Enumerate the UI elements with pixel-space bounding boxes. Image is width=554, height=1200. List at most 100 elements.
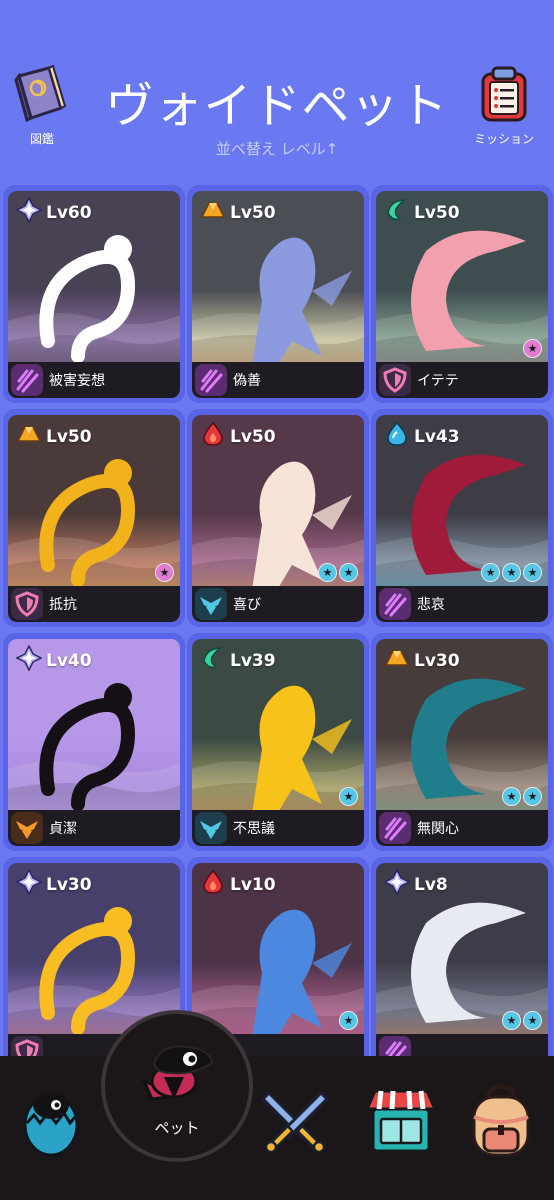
- shop-icon: [364, 1089, 438, 1153]
- pet-name: 偽善: [233, 373, 261, 389]
- pet-name: 不思議: [233, 821, 275, 837]
- pet-card[interactable]: Lv8 ★ ★: [371, 857, 553, 1075]
- pet-level: Lv50: [200, 197, 276, 228]
- pet-name-bar: 無関心: [376, 810, 548, 846]
- pet-level-text: Lv50: [230, 202, 276, 223]
- battle-swords-icon: [260, 1090, 330, 1154]
- star-badge: ★: [318, 563, 337, 582]
- pet-name-bar: 偽善: [192, 362, 364, 398]
- void-element-icon: [15, 644, 46, 676]
- wing-type-icon: [195, 588, 227, 620]
- pet-name-bar: 被害妄想: [8, 362, 180, 398]
- wing-type-icon: [195, 812, 227, 844]
- water-element-icon: [384, 421, 414, 452]
- pet-card-inner: Lv39 ★ 不思議: [192, 639, 364, 846]
- pet-name-bar: 貞潔: [8, 810, 180, 846]
- pet-card[interactable]: Lv50 ★ イテテ: [371, 185, 553, 403]
- clipboard-icon: [481, 66, 527, 122]
- pet-card[interactable]: Lv43 ★ ★ ★ 悲哀: [371, 409, 553, 627]
- star-badge: ★: [339, 1011, 358, 1030]
- star-badge: ★: [523, 563, 542, 582]
- pet-level-text: Lv39: [230, 650, 276, 671]
- claw-type-icon: [379, 588, 411, 620]
- book-icon: [14, 64, 67, 123]
- backpack-icon: [472, 1084, 530, 1157]
- fire-element-icon: [200, 421, 230, 452]
- pet-level: Lv43: [384, 421, 460, 452]
- star-badge: ★: [523, 339, 542, 358]
- pet-level-text: Lv43: [414, 426, 460, 447]
- pet-name: 悲哀: [417, 597, 445, 613]
- pet-stars: ★: [523, 339, 542, 358]
- pet-card[interactable]: Lv60 被害妄想: [3, 185, 185, 403]
- pet-level-text: Lv8: [414, 874, 448, 895]
- pet-icon: [141, 1044, 214, 1101]
- pet-level: Lv50: [16, 421, 92, 452]
- pet-level: Lv40: [15, 644, 92, 676]
- pet-name: 貞潔: [49, 821, 77, 837]
- zukan-button[interactable]: 図鑑: [10, 62, 74, 147]
- pet-level: Lv8: [383, 868, 448, 900]
- nav-battle-button[interactable]: [250, 1076, 340, 1166]
- pet-card[interactable]: Lv39 ★ 不思議: [187, 633, 369, 851]
- pet-card-inner: Lv50 ★ イテテ: [376, 191, 548, 398]
- pet-stars: ★ ★: [502, 787, 542, 806]
- pet-name-bar: 悲哀: [376, 586, 548, 622]
- wind-element-icon: [200, 645, 230, 676]
- pet-card[interactable]: Lv50 偽善: [187, 185, 369, 403]
- pet-card-inner: Lv30 ★ ★ 無関心: [376, 639, 548, 846]
- claw-type-icon: [195, 364, 227, 396]
- pet-card-inner: Lv8 ★ ★: [376, 863, 548, 1070]
- page-title: ヴォイドペット: [105, 78, 449, 134]
- pet-card[interactable]: Lv40 貞潔: [3, 633, 185, 851]
- nav-backpack-button[interactable]: [456, 1076, 546, 1166]
- pet-level: Lv50: [384, 197, 460, 228]
- pet-level-text: Lv30: [414, 650, 460, 671]
- pet-card-inner: Lv40 貞潔: [8, 639, 180, 846]
- shield-type-icon: [11, 588, 43, 620]
- pet-card-inner: Lv60 被害妄想: [8, 191, 180, 398]
- pet-card-inner: Lv50 偽善: [192, 191, 364, 398]
- pet-stars: ★: [339, 787, 358, 806]
- pet-card[interactable]: Lv30 ★ ★ 無関心: [371, 633, 553, 851]
- nav-shop-button[interactable]: [356, 1076, 446, 1166]
- earth-element-icon: [16, 421, 46, 452]
- pet-name: 喜び: [233, 597, 261, 613]
- nav-pet-label: ペット: [154, 1118, 200, 1137]
- star-badge: ★: [523, 1011, 542, 1030]
- pet-name: 無関心: [417, 821, 459, 837]
- nav-egg-button[interactable]: [6, 1076, 96, 1166]
- mission-button[interactable]: ミッション: [464, 62, 544, 147]
- header: 図鑑 ヴォイドペット 並べ替え レベル↑ ミッション: [0, 0, 554, 185]
- pet-stars: ★ ★ ★: [481, 563, 542, 582]
- pet-level: Lv30: [15, 868, 92, 900]
- pet-name-bar: イテテ: [376, 362, 548, 398]
- pet-stars: ★: [155, 563, 174, 582]
- pet-level-text: Lv10: [230, 874, 276, 895]
- pet-card-inner: Lv43 ★ ★ ★ 悲哀: [376, 415, 548, 622]
- egg-icon: [23, 1091, 79, 1157]
- zukan-label: 図鑑: [29, 132, 54, 146]
- sort-button[interactable]: 並べ替え レベル↑: [150, 138, 404, 159]
- pet-stars: ★ ★: [318, 563, 358, 582]
- pet-name: 抵抗: [49, 597, 77, 613]
- emblem-type-icon: [11, 812, 43, 844]
- pet-card-inner: Lv50 ★ ★ 喜び: [192, 415, 364, 622]
- pet-level: Lv50: [200, 421, 276, 452]
- pet-name: 被害妄想: [49, 373, 105, 389]
- pet-card[interactable]: Lv50 ★ 抵抗: [3, 409, 185, 627]
- star-badge: ★: [502, 563, 521, 582]
- pet-level: Lv10: [200, 869, 276, 900]
- pet-name-bar: 不思議: [192, 810, 364, 846]
- pet-name: イテテ: [417, 373, 459, 389]
- star-badge: ★: [155, 563, 174, 582]
- shield-type-icon: [379, 364, 411, 396]
- pet-level-text: Lv40: [46, 650, 92, 671]
- earth-element-icon: [200, 197, 230, 228]
- pet-name-bar: 喜び: [192, 586, 364, 622]
- pet-level-text: Lv50: [230, 426, 276, 447]
- star-badge: ★: [339, 563, 358, 582]
- earth-element-icon: [384, 645, 414, 676]
- nav-pet-button[interactable]: ペット: [101, 1010, 253, 1162]
- pet-card[interactable]: Lv50 ★ ★ 喜び: [187, 409, 369, 627]
